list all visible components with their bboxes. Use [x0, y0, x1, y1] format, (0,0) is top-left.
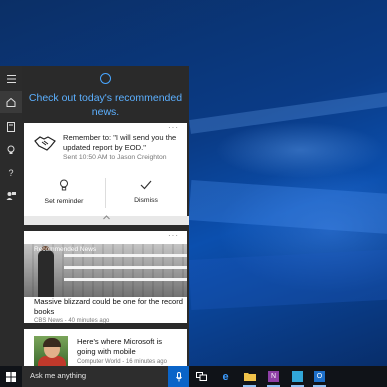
dismiss-button[interactable]: Dismiss — [106, 169, 186, 219]
store-icon[interactable] — [290, 369, 305, 387]
news-meta-2: Computer World - 16 minutes ago — [77, 359, 167, 365]
news-title[interactable]: Massive blizzard could be one for the re… — [34, 297, 184, 317]
hamburger-menu-button[interactable] — [0, 68, 22, 90]
reminder-title: Remember to: "I will send you the update… — [63, 133, 177, 152]
handshake-icon — [34, 136, 56, 151]
set-reminder-button[interactable]: Set reminder — [24, 169, 104, 219]
reminder-subtitle: Sent 10:50 AM to Jason Creighton — [63, 154, 167, 161]
feedback-icon[interactable] — [0, 185, 22, 207]
card-more-button[interactable]: ··· — [168, 123, 179, 132]
search-box[interactable]: Ask me anything — [22, 366, 189, 387]
news-card[interactable]: ··· Recommended News Massive blizzard co… — [24, 231, 187, 324]
home-icon[interactable] — [0, 91, 22, 113]
microphone-icon[interactable] — [168, 366, 189, 387]
notebook-icon[interactable] — [0, 116, 22, 138]
outlook-icon[interactable]: O — [312, 369, 327, 387]
checkmark-icon — [106, 179, 186, 193]
windows-logo-icon — [6, 371, 16, 382]
news-title-2[interactable]: Here's where Microsoft is going with mob… — [77, 337, 181, 357]
news-thumbnail — [34, 336, 68, 366]
reminder-card[interactable]: ··· Remember to: "I will send you the up… — [24, 123, 187, 220]
lightbulb-icon — [24, 179, 104, 194]
search-placeholder: Ask me anything — [30, 371, 87, 380]
news-more-button[interactable]: ··· — [168, 231, 179, 240]
cortana-side-rail: ? — [0, 66, 22, 366]
file-explorer-icon[interactable] — [242, 369, 257, 387]
news-card-2[interactable]: Here's where Microsoft is going with mob… — [24, 329, 187, 366]
news-meta: CBS News - 40 minutes ago — [34, 318, 110, 324]
cortana-headline: Check out today's recommended news. — [28, 92, 183, 118]
set-reminder-label: Set reminder — [44, 198, 84, 205]
dismiss-label: Dismiss — [134, 197, 158, 204]
onenote-icon[interactable]: N — [266, 369, 281, 387]
task-view-icon[interactable] — [194, 369, 209, 384]
news-category-label: Recommended News — [34, 246, 97, 253]
help-icon[interactable]: ? — [0, 162, 22, 184]
edge-icon[interactable]: e — [218, 369, 233, 384]
lightbulb-icon[interactable] — [0, 139, 22, 161]
taskbar: Ask me anything e N O — [0, 366, 387, 387]
cortana-icon — [100, 73, 111, 84]
chevron-up-icon[interactable] — [103, 215, 110, 222]
start-button[interactable] — [0, 366, 22, 387]
